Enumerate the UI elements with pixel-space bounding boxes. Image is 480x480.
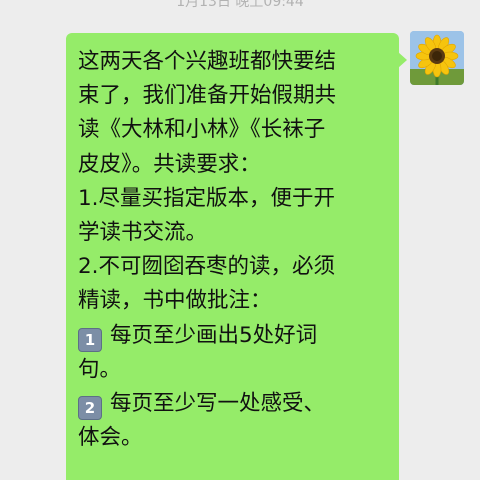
message-line: 2 每页至少写一处感受、 [78, 387, 388, 421]
keycap-two-icon: 2 [78, 396, 102, 421]
message-line-text: 2.不可囫囵吞枣的读，必须 [78, 254, 336, 280]
message-line: 体会。 [78, 421, 388, 455]
sunflower-icon [410, 31, 464, 85]
message-line-text: 体会。 [78, 425, 143, 451]
message-text[interactable]: 这两天各个兴趣班都快要结 束了，我们准备开始假期共 读《大林和小林》《长袜子 皮… [78, 45, 388, 455]
message-line: 皮皮》。共读要求： [78, 148, 388, 182]
message-line-text: 皮皮》。共读要求： [78, 151, 261, 177]
chat-screen: 1月13日 晚上09:44 这两天各个兴趣班都快要结 束了，我们准备开始假期共 … [0, 0, 480, 480]
message-line: 这两天各个兴趣班都快要结 [78, 45, 388, 79]
message-line-text: 每页至少写一处感受、 [110, 391, 326, 417]
message-line: 读《大林和小林》《长袜子 [78, 113, 388, 147]
avatar[interactable] [410, 31, 464, 85]
message-timestamp: 1月13日 晚上09:44 [176, 0, 304, 10]
message-line-text: 1.尽量买指定版本，便于开 [78, 185, 336, 211]
keycap-one-icon: 1 [78, 327, 102, 352]
message-line-text: 精读，书中做批注： [78, 288, 272, 314]
message-line: 学读书交流。 [78, 216, 388, 250]
bubble-tail [398, 52, 407, 68]
message-line-text: 束了，我们准备开始假期共 [78, 83, 337, 109]
message-line: 精读，书中做批注： [78, 284, 388, 318]
message-line-text: 句。 [78, 356, 122, 382]
message-line-text: 这两天各个兴趣班都快要结 [78, 49, 337, 74]
message-line-text: 读《大林和小林》《长袜子 [78, 117, 326, 143]
message-line: 束了，我们准备开始假期共 [78, 79, 388, 113]
message-line-text: 学读书交流。 [78, 220, 208, 246]
message-line: 1.尽量买指定版本，便于开 [78, 182, 388, 216]
message-line: 1 每页至少画出5处好词 [78, 319, 388, 353]
message-line: 2.不可囫囵吞枣的读，必须 [78, 250, 388, 284]
message-line: 句。 [78, 353, 388, 387]
message-line-text: 每页至少画出5处好词 [110, 322, 318, 348]
